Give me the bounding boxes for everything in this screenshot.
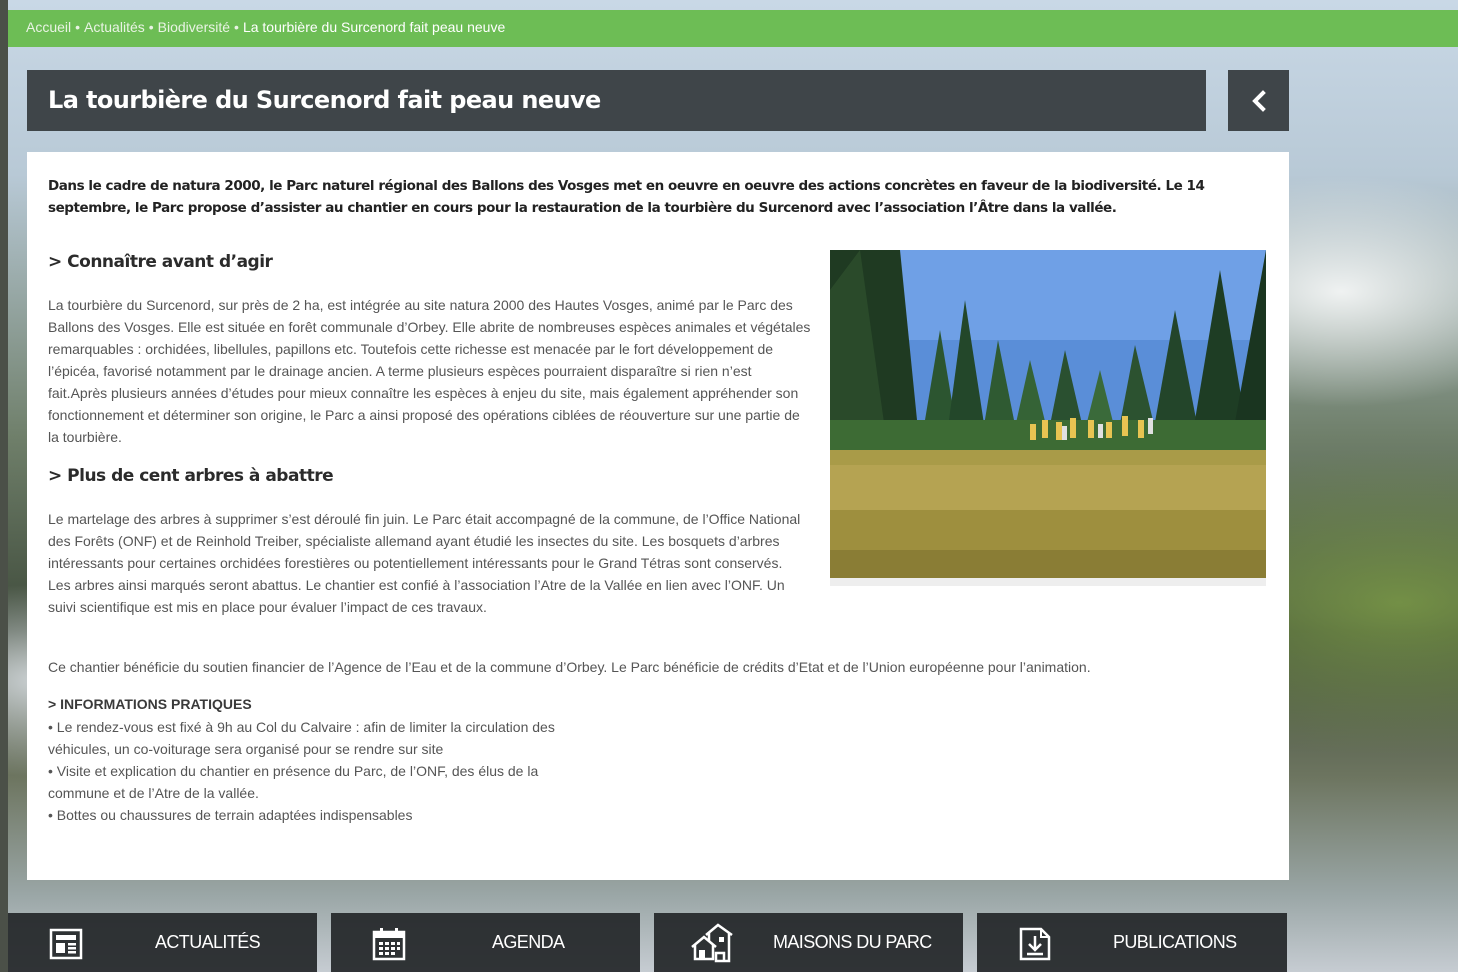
nav-agenda[interactable]: AGENDA: [331, 913, 640, 972]
info-list: • Le rendez-vous est fixé à 9h au Col du…: [48, 716, 628, 826]
calendar-icon: [372, 928, 406, 961]
download-document-icon: [1019, 927, 1051, 961]
section-title-connaitre: > Connaître avant d’agir: [48, 252, 273, 272]
info-line: véhicules, un co-voiturage sera organisé…: [48, 741, 444, 757]
nav-label: MAISONS DU PARC: [773, 932, 932, 952]
article-lead: Dans le cadre de natura 2000, le Parc na…: [48, 178, 1205, 216]
nav-maisons-du-parc[interactable]: MAISONS DU PARC: [654, 913, 963, 972]
nav-actualites[interactable]: ACTUALITÉS: [8, 913, 317, 972]
page-title-bar: La tourbière du Surcenord fait peau neuv…: [27, 70, 1206, 131]
background-edge: [0, 0, 8, 972]
back-button[interactable]: [1228, 70, 1289, 131]
breadcrumb-current: La tourbière du Surcenord fait peau neuv…: [242, 19, 506, 35]
newspaper-icon: [49, 928, 83, 960]
section-text-arbres: Le martelage des arbres à supprimer s’es…: [48, 511, 801, 615]
nav-label: AGENDA: [492, 932, 565, 952]
article-content: Dans le cadre de natura 2000, le Parc na…: [27, 152, 1289, 880]
breadcrumb: Accueil • Actualités • Biodiversité • La tourb…: [8, 10, 1458, 47]
page-title: La tourbière du Surcenord fait peau neuv…: [48, 86, 601, 114]
info-title: > INFORMATIONS PRATIQUES: [48, 696, 252, 712]
info-line: • Le rendez-vous est fixé à 9h au Col du…: [48, 719, 555, 735]
nav-publications[interactable]: PUBLICATIONS: [977, 913, 1287, 972]
nav-label: ACTUALITÉS: [155, 932, 261, 952]
bottom-nav: ACTUALITÉS AGENDA MAISONS DU PARC PUBLIC…: [8, 913, 1287, 972]
info-line: commune et de l’Atre de la vallée.: [48, 785, 259, 801]
chevron-left-icon: [1251, 89, 1266, 112]
peat-bog-photo: [830, 250, 1266, 578]
nav-label: PUBLICATIONS: [1113, 932, 1237, 952]
info-line: • Visite et explication du chantier en p…: [48, 763, 539, 779]
breadcrumb-item-home[interactable]: Accueil: [26, 19, 71, 35]
section-text-connaitre: La tourbière du Surcenord, sur près de 2…: [48, 297, 811, 445]
houses-icon: [691, 923, 733, 963]
funding-text: Ce chantier bénéficie du soutien financi…: [48, 659, 1091, 675]
info-line: • Bottes ou chaussures de terrain adapté…: [48, 807, 413, 823]
breadcrumb-item-biodiversity[interactable]: Biodiversité: [158, 19, 230, 35]
section-title-arbres: > Plus de cent arbres à abattre: [48, 466, 334, 486]
article-photo: [830, 250, 1266, 586]
breadcrumb-item-news[interactable]: Actualités: [84, 19, 145, 35]
